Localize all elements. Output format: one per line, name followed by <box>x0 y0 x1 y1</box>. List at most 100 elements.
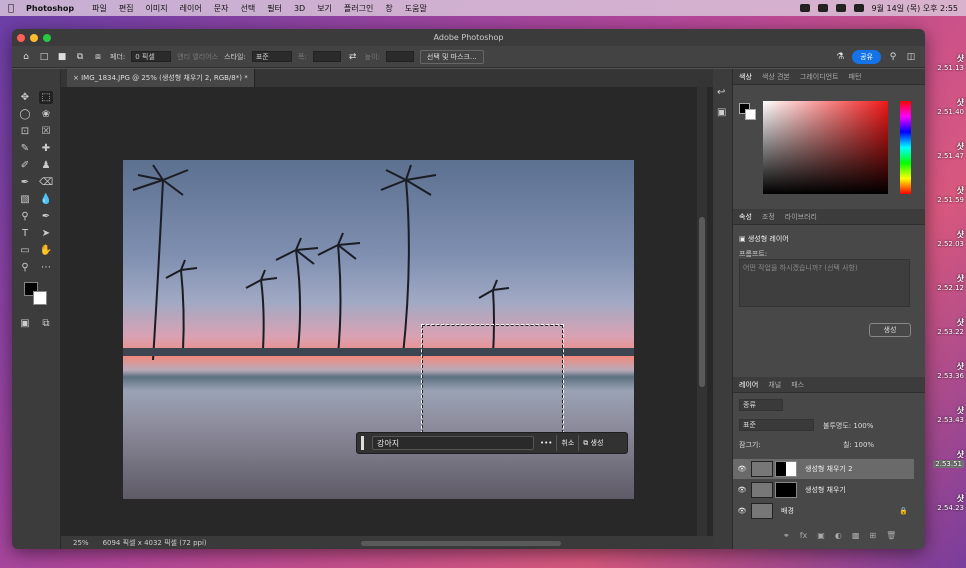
horizontal-scrollbar[interactable] <box>361 541 561 546</box>
blur-tool-icon[interactable]: 💧 <box>39 193 53 206</box>
width-input[interactable] <box>312 51 341 62</box>
zoom-level[interactable]: 25% <box>73 539 89 547</box>
share-button[interactable]: 공유 <box>852 49 881 64</box>
desktop-file[interactable]: 샷 2.51.59 <box>927 172 966 216</box>
menu-plugins[interactable]: 플러그인 <box>344 3 373 14</box>
drag-handle[interactable] <box>361 436 364 450</box>
more-tools-icon[interactable]: ⋯ <box>39 261 53 274</box>
eraser-icon[interactable]: ⌫ <box>39 176 53 189</box>
generative-prompt-input[interactable]: 강아지 <box>372 436 534 450</box>
tab-paths[interactable]: 패스 <box>791 380 804 390</box>
menu-3d[interactable]: 3D <box>294 4 305 13</box>
home-icon[interactable]: ⌂ <box>20 51 32 63</box>
menu-image[interactable]: 이미지 <box>146 3 168 14</box>
properties-generate-button[interactable]: 생성 <box>869 323 911 337</box>
desktop-file[interactable]: 샷 2.54.23 <box>927 480 966 524</box>
style-select[interactable]: 표준 <box>251 51 292 62</box>
apple-icon[interactable]:  <box>8 3 14 14</box>
history-icon[interactable]: ↩ <box>717 87 725 98</box>
marquee-tool-icon[interactable]: □ <box>38 51 50 63</box>
layer-row[interactable]: 👁 생성형 채우기 2 <box>733 459 914 479</box>
adjustment-icon[interactable]: ◐ <box>835 531 842 540</box>
tab-libraries[interactable]: 라이브러리 <box>785 212 817 222</box>
clock[interactable]: 9월 14일 (목) 오후 2:55 <box>872 3 958 14</box>
menu-filter[interactable]: 필터 <box>267 3 282 14</box>
move-tool-icon[interactable]: ✥ <box>18 91 32 104</box>
link-icon[interactable]: ⚭ <box>783 531 790 540</box>
menu-edit[interactable]: 편집 <box>119 3 134 14</box>
tab-patterns[interactable]: 패턴 <box>849 72 862 82</box>
desktop-file[interactable]: 샷 2.53.36 <box>927 348 966 392</box>
layer-filter-select[interactable]: 종류 <box>739 399 783 411</box>
vertical-scrollbar[interactable] <box>697 87 707 536</box>
desktop-file[interactable]: 샷 2.51.40 <box>927 84 966 128</box>
fill-control[interactable]: 칠: 100% <box>843 440 874 450</box>
marquee-selection[interactable] <box>421 324 564 444</box>
select-mask-button[interactable]: 선택 및 마스크... <box>419 49 484 64</box>
generate-button[interactable]: ⧉ 생성 <box>583 438 603 448</box>
stamp-tool-icon[interactable]: ♟ <box>39 159 53 172</box>
gradient-tool-icon[interactable]: ▧ <box>18 193 32 206</box>
menu-help[interactable]: 도움말 <box>405 3 427 14</box>
opacity-control[interactable]: 불투명도: 100% <box>823 421 873 431</box>
blend-mode-select[interactable]: 표준 <box>739 419 814 431</box>
feather-input[interactable]: 0 픽셀 <box>131 51 172 62</box>
new-layer-icon[interactable]: ⊞ <box>869 531 876 540</box>
app-menu[interactable]: Photoshop <box>26 4 74 13</box>
subtract-selection-icon[interactable]: ⧈ <box>92 51 104 63</box>
workspace-icon[interactable]: ◫ <box>905 51 917 63</box>
antialias-checkbox[interactable]: 앤티 앨리어스 <box>177 52 218 62</box>
color-field[interactable] <box>763 101 888 194</box>
quick-mask-icon[interactable]: ▣ <box>18 317 32 330</box>
menu-file[interactable]: 파일 <box>92 3 107 14</box>
menu-view[interactable]: 보기 <box>317 3 332 14</box>
desktop-file[interactable]: 샷 2.51.13 <box>927 40 966 84</box>
tab-gradients[interactable]: 그레이디언트 <box>800 72 839 82</box>
color-swatch[interactable] <box>739 103 757 121</box>
lock-icon[interactable]: 🔒 <box>899 507 908 515</box>
screen-mode-icon[interactable]: ⧉ <box>39 317 53 330</box>
status-icon[interactable] <box>799 4 810 12</box>
prompt-textarea[interactable]: 어떤 작업을 하시겠습니까? (선택 사항) <box>739 259 910 307</box>
pen-tool-icon[interactable]: ✒ <box>39 210 53 223</box>
background-color[interactable] <box>33 291 47 305</box>
menu-window[interactable]: 창 <box>385 3 392 14</box>
cancel-button[interactable]: 취소 <box>561 438 574 448</box>
desktop-file[interactable]: 샷 2.53.43 <box>927 392 966 436</box>
zoom-tool-icon[interactable]: ⚲ <box>18 261 32 274</box>
tab-layers[interactable]: 레이어 <box>739 380 758 390</box>
frame-tool-icon[interactable]: ☒ <box>39 125 53 138</box>
quick-select-icon[interactable]: ❀ <box>39 108 53 121</box>
lasso-tool-icon[interactable]: ◯ <box>18 108 32 121</box>
visibility-icon[interactable]: 👁 <box>733 465 751 473</box>
tab-channels[interactable]: 채널 <box>768 380 781 390</box>
tab-color[interactable]: 색상 <box>739 72 752 82</box>
layer-row[interactable]: 👁 생성형 채우기 <box>733 480 914 500</box>
brush-tool-icon[interactable]: ✐ <box>18 159 32 172</box>
desktop-file-selected[interactable]: 샷 2.53.51 <box>927 436 966 480</box>
desktop-file[interactable]: 샷 2.53.22 <box>927 304 966 348</box>
type-tool-icon[interactable]: T <box>18 227 32 240</box>
tab-adjustments[interactable]: 조정 <box>762 212 775 222</box>
comments-icon[interactable]: ▣ <box>717 107 726 118</box>
flask-icon[interactable]: ⚗ <box>834 51 846 63</box>
hand-tool-icon[interactable]: ✋ <box>39 244 53 257</box>
hue-slider[interactable] <box>900 101 911 194</box>
document-info[interactable]: 6094 픽셀 x 4032 픽셀 (72 ppi) <box>103 538 207 548</box>
tab-properties[interactable]: 속성 <box>739 212 752 222</box>
add-selection-icon[interactable]: ⧉ <box>74 51 86 63</box>
swap-icon[interactable]: ⇄ <box>347 51 359 63</box>
menu-type[interactable]: 문자 <box>214 3 229 14</box>
group-icon[interactable]: ▩ <box>852 531 860 540</box>
marquee-tool-icon[interactable]: ⬚ <box>39 91 53 104</box>
height-input[interactable] <box>385 51 414 62</box>
layer-row[interactable]: 👁 배경 🔒 <box>733 501 914 521</box>
rectangle-tool-icon[interactable]: ▭ <box>18 244 32 257</box>
wifi-icon[interactable] <box>835 4 846 12</box>
menu-layer[interactable]: 레이어 <box>180 3 202 14</box>
crop-tool-icon[interactable]: ⊡ <box>18 125 32 138</box>
fx-icon[interactable]: fx <box>800 531 808 540</box>
search-icon[interactable] <box>853 4 864 12</box>
more-options-button[interactable]: ••• <box>540 439 552 447</box>
add-mask-icon[interactable]: ▣ <box>817 531 825 540</box>
